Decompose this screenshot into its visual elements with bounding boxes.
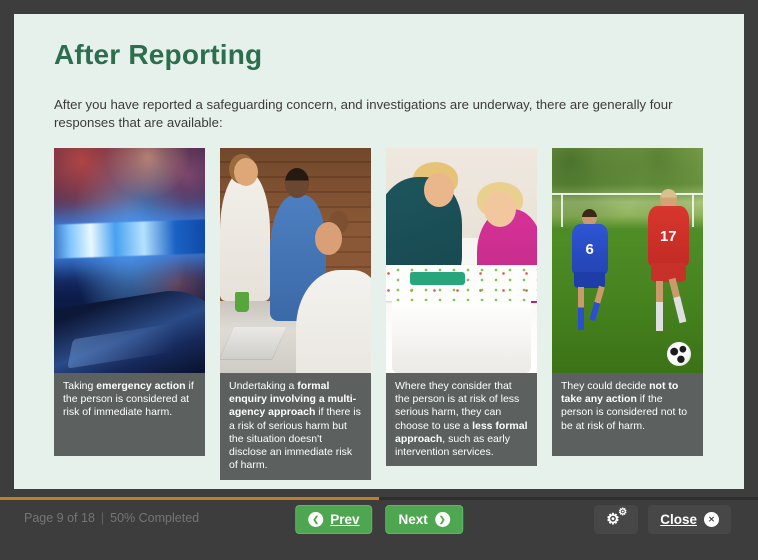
football-player-red-jersey-shape: 17 (648, 206, 689, 265)
progress-bar-fill (0, 497, 379, 500)
close-button[interactable]: Close ✕ (648, 505, 731, 534)
police-lightbar-shape (54, 219, 205, 259)
close-circle-icon: ✕ (704, 512, 719, 527)
card-no-action: 6 17 They could decide not to (552, 148, 703, 456)
office-person-left-head-shape (234, 158, 258, 186)
chevron-right-circle-icon: ❯ (435, 512, 450, 527)
page-title: After Reporting (54, 38, 704, 72)
craft-adult-head-shape (424, 173, 454, 207)
utility-buttons: ⚙ ⚙ Close ✕ (594, 505, 731, 534)
craft-green-tray-shape (410, 272, 464, 286)
football-player-blue-shape: 6 (567, 209, 612, 335)
police-car-blue-lights-photo (54, 148, 205, 373)
card-caption: Where they consider that the person is a… (386, 373, 537, 466)
response-cards: Taking emergency action if the person is… (54, 148, 704, 456)
office-person-middle-head-shape (285, 168, 309, 197)
next-button-label: Next (399, 512, 428, 527)
football-player-blue-leg-shape (578, 287, 584, 330)
prev-button[interactable]: ❮ Prev (295, 505, 372, 534)
multi-agency-meeting-photo (220, 148, 371, 373)
football-ball-shape (667, 342, 691, 366)
next-button[interactable]: Next ❯ (386, 505, 463, 534)
office-green-mug-shape (235, 292, 249, 312)
progress-bar-track (0, 497, 758, 500)
football-player-blue-leg-shape (590, 285, 606, 321)
football-player-blue-jersey-shape: 6 (572, 224, 608, 274)
police-car-window-shape (67, 322, 179, 368)
craft-child-head-shape (484, 191, 516, 227)
football-goal-post-shape (561, 193, 563, 227)
card-emergency-action: Taking emergency action if the person is… (54, 148, 205, 456)
close-button-label: Close (660, 512, 697, 527)
football-player-red-leg-shape (656, 281, 663, 331)
card-less-formal-approach: Where they consider that the person is a… (386, 148, 537, 456)
police-car-roof-shape (54, 282, 205, 373)
jersey-number: 17 (660, 228, 677, 245)
prev-button-label: Prev (330, 512, 359, 527)
course-slide-panel: After Reporting After you have reported … (14, 14, 744, 489)
page-status: Page 9 of 18 | 50% Completed (24, 511, 199, 525)
chevron-left-circle-icon: ❮ (308, 512, 323, 527)
nav-buttons: ❮ Prev Next ❯ (295, 505, 463, 534)
football-player-red-leg-shape (669, 277, 687, 322)
settings-button[interactable]: ⚙ ⚙ (594, 505, 638, 534)
jersey-number: 6 (586, 241, 594, 258)
completion-label: 50% Completed (110, 511, 199, 525)
status-separator: | (101, 511, 104, 525)
cogs-icon: ⚙ ⚙ (606, 511, 626, 529)
craft-table-front-shape (392, 301, 531, 373)
player-footer: Page 9 of 18 | 50% Completed ❮ Prev Next ❯… (0, 489, 758, 560)
card-caption: Undertaking a formal enquiry involving a… (220, 373, 371, 480)
football-player-red-shape: 17 (643, 189, 694, 338)
card-formal-enquiry: Undertaking a formal enquiry involving a… (220, 148, 371, 456)
office-person-right-head-shape (315, 222, 342, 255)
card-caption: They could decide not to take any action… (552, 373, 703, 456)
children-football-photo: 6 17 (552, 148, 703, 373)
card-caption: Taking emergency action if the person is… (54, 373, 205, 456)
intro-text: After you have reported a safeguarding c… (54, 96, 704, 132)
craft-activity-photo (386, 148, 537, 373)
page-count-label: Page 9 of 18 (24, 511, 95, 525)
office-person-left-shape (220, 171, 270, 302)
